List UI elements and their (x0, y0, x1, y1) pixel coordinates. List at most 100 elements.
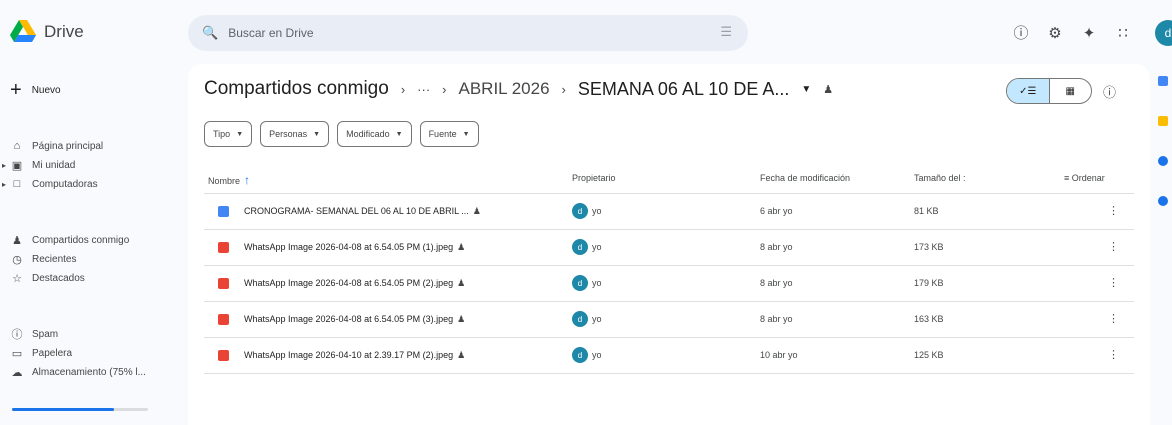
more-options-icon[interactable]: ⋮ (1108, 348, 1119, 361)
sort-arrow-up-icon[interactable]: ↑ (244, 173, 250, 187)
sidebar-item-label: Compartidos conmigo (32, 234, 130, 246)
modified-date: 8 abr yo (760, 278, 793, 288)
owner-avatar: d (572, 203, 588, 219)
calendar-icon[interactable] (1158, 76, 1168, 86)
file-name[interactable]: WhatsApp Image 2026-04-10 at 2.39.17 PM … (244, 350, 465, 361)
file-size: 173 KB (914, 242, 944, 252)
search-bar[interactable]: 🔍 Buscar en Drive ☰ (188, 15, 748, 51)
sidebar-item-starred[interactable]: ☆ Destacados (0, 268, 85, 288)
plus-icon: + (10, 79, 22, 101)
sidebar-item-storage[interactable]: ☁ Almacenamiento (75% l... (0, 362, 146, 382)
drive-logo[interactable]: Drive (10, 20, 84, 43)
file-name[interactable]: WhatsApp Image 2026-04-08 at 6.54.05 PM … (244, 242, 465, 253)
cloud-icon: ☁ (11, 366, 23, 379)
top-icons: ⓘ ⚙ ✦ ∷ (1012, 22, 1132, 43)
main-panel: Compartidos conmigo › ··· › ABRIL 2026 ›… (188, 64, 1150, 425)
chevron-down-icon: ▼ (313, 130, 321, 138)
sidebar-item-label: Página principal (32, 140, 104, 152)
chevron-right-icon: › (561, 81, 566, 97)
breadcrumb-ellipsis[interactable]: ··· (417, 82, 430, 97)
contacts-icon[interactable] (1158, 196, 1168, 206)
new-button-label: Nuevo (31, 84, 61, 96)
apps-grid-icon[interactable]: ∷ (1114, 24, 1132, 42)
chip-label: Fuente (428, 129, 457, 139)
filter-type[interactable]: Tipo ▼ (204, 121, 253, 147)
sort-button[interactable]: ≡ Ordenar (1064, 173, 1105, 183)
filter-source[interactable]: Fuente ▼ (419, 121, 479, 147)
sidebar-item-label: Destacados (32, 272, 85, 284)
sidebar-item-computers[interactable]: ▸ □ Computadoras (0, 174, 98, 194)
file-size: 163 KB (914, 314, 944, 324)
expand-arrow-icon[interactable]: ▸ (0, 180, 8, 189)
settings-icon[interactable]: ⚙ (1046, 24, 1064, 42)
more-options-icon[interactable]: ⋮ (1108, 276, 1119, 289)
table-row[interactable]: WhatsApp Image 2026-04-08 at 6.54.05 PM … (204, 230, 1134, 266)
trash-icon: ▭ (11, 347, 23, 360)
more-options-icon[interactable]: ⋮ (1108, 312, 1119, 325)
breadcrumb: Compartidos conmigo › ··· › ABRIL 2026 ›… (204, 78, 833, 100)
breadcrumb-current[interactable]: SEMANA 06 AL 10 DE A... (578, 79, 789, 100)
sidebar-item-shared[interactable]: ♟ Compartidos conmigo (0, 230, 129, 250)
grid-view-button[interactable]: ▦ (1050, 79, 1092, 103)
clock-icon: ◷ (12, 253, 22, 266)
breadcrumb-middle[interactable]: ABRIL 2026 (459, 79, 550, 99)
more-options-icon[interactable]: ⋮ (1108, 240, 1119, 253)
file-size: 81 KB (914, 206, 939, 216)
filter-modified[interactable]: Modificado ▼ (337, 121, 412, 147)
column-owner[interactable]: Propietario (572, 173, 616, 183)
column-modified[interactable]: Fecha de modificación (760, 173, 850, 183)
image-file-icon (218, 278, 229, 289)
info-icon[interactable]: ⓘ (1103, 82, 1116, 101)
owner-avatar: d (572, 275, 588, 291)
more-options-icon[interactable]: ⋮ (1108, 204, 1119, 217)
table-row[interactable]: CRONOGRAMA- SEMANAL DEL 06 AL 10 DE ABRI… (204, 194, 1134, 230)
gemini-icon[interactable]: ✦ (1080, 24, 1098, 42)
file-name[interactable]: CRONOGRAMA- SEMANAL DEL 06 AL 10 DE ABRI… (244, 206, 481, 217)
side-panel-rail (1158, 76, 1172, 236)
tasks-icon[interactable] (1158, 156, 1168, 166)
help-icon[interactable]: ⓘ (1012, 22, 1030, 43)
chevron-right-icon: › (442, 81, 447, 97)
chevron-right-icon: › (400, 81, 406, 97)
chip-label: Modificado (346, 129, 390, 139)
sidebar-item-spam[interactable]: ⓘ Spam (0, 324, 59, 344)
shared-icon: ♟ (457, 350, 466, 360)
table-row[interactable]: WhatsApp Image 2026-04-08 at 6.54.05 PM … (204, 302, 1134, 338)
sidebar-item-my-drive[interactable]: ▸ ▣ Mi unidad (0, 155, 75, 175)
owner-avatar: d (572, 239, 588, 255)
account-avatar[interactable]: d (1155, 20, 1172, 46)
image-file-icon (218, 242, 229, 253)
table-row[interactable]: WhatsApp Image 2026-04-08 at 6.54.05 PM … (204, 266, 1134, 302)
file-name[interactable]: WhatsApp Image 2026-04-08 at 6.54.05 PM … (244, 314, 465, 325)
search-icon[interactable]: 🔍 (202, 25, 218, 41)
filter-people[interactable]: Personas ▼ (260, 121, 330, 147)
sidebar-item-trash[interactable]: ▭ Papelera (0, 343, 72, 363)
chip-label: Personas (269, 129, 308, 139)
sort-label: Ordenar (1071, 173, 1105, 183)
breadcrumb-root[interactable]: Compartidos conmigo (204, 78, 389, 100)
file-name[interactable]: WhatsApp Image 2026-04-08 at 6.54.05 PM … (244, 278, 465, 289)
column-name-label: Nombre (208, 176, 241, 186)
spam-icon: ⓘ (11, 329, 23, 341)
star-icon: ☆ (12, 272, 22, 285)
column-size[interactable]: Tamaño del : (914, 173, 966, 183)
expand-arrow-icon[interactable]: ▸ (0, 161, 8, 170)
shared-icon: ♟ (457, 242, 466, 252)
chevron-down-icon: ▼ (395, 130, 403, 138)
keep-icon[interactable] (1158, 116, 1168, 126)
search-options-icon[interactable]: ☰ (720, 24, 732, 40)
new-button[interactable]: + Nuevo (10, 78, 61, 102)
sidebar-item-label: Recientes (32, 253, 77, 265)
shared-icon: ♟ (472, 206, 481, 216)
column-name[interactable]: Nombre ↑ (208, 173, 250, 187)
sidebar-item-recent[interactable]: ◷ Recientes (0, 249, 76, 269)
shared-icon: ♟ (457, 314, 466, 324)
caret-down-icon[interactable]: ▼ (801, 84, 811, 95)
sidebar-item-home[interactable]: ⌂ Página principal (0, 136, 104, 156)
table-header: Nombre ↑ Propietario Fecha de modificació… (204, 164, 1134, 194)
table-row[interactable]: WhatsApp Image 2026-04-10 at 2.39.17 PM … (204, 338, 1134, 374)
shared-folder-icon: ♟ (823, 83, 834, 96)
list-view-button[interactable]: ✓☰ (1007, 79, 1050, 103)
search-input[interactable]: Buscar en Drive (228, 26, 313, 40)
shared-icon: ♟ (12, 234, 22, 247)
